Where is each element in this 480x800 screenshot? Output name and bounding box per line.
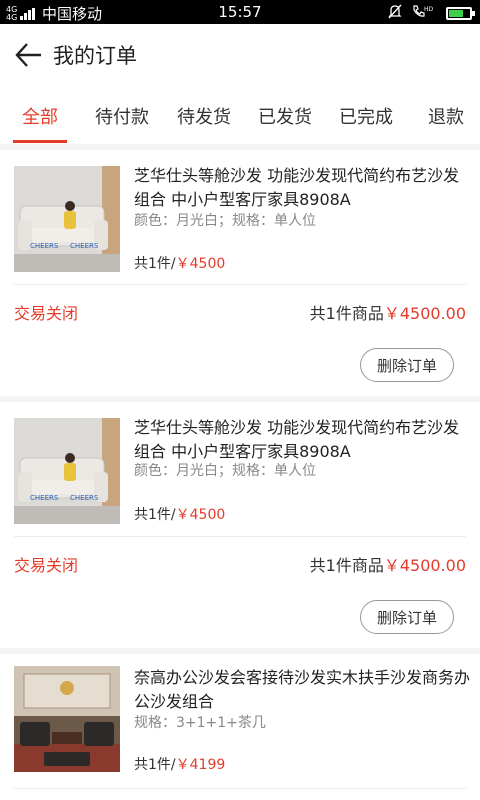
product-title[interactable]: 芝华仕头等舱沙发 功能沙发现代简约布艺沙发组合 中小户型客厅家具8908A (134, 164, 470, 212)
back-arrow-icon[interactable] (14, 41, 44, 69)
tab-completed[interactable]: 已完成 (334, 103, 398, 129)
status-bar: 4G 4G 中国移动 15:57 HD (0, 0, 480, 24)
product-spec: 颜色：月光白；规格：单人位 (134, 213, 316, 229)
divider (14, 536, 466, 537)
product-spec: 颜色：月光白；规格：单人位 (134, 463, 316, 479)
order-total: 共1件商品￥4500.00 (310, 300, 466, 324)
svg-text:HD: HD (424, 6, 434, 13)
order-card: 奈高办公沙发会客接待沙发实木扶手沙发商务办公沙发组合 规格：3+1+1+茶几 共… (0, 654, 480, 800)
product-title[interactable]: 奈高办公沙发会客接待沙发实木扶手沙发商务办公沙发组合 (134, 666, 470, 714)
svg-text:CHEERS: CHEERS (70, 242, 99, 250)
tab-pending-shipment[interactable]: 待发货 (172, 103, 236, 129)
quantity-label: 共1件/ (134, 507, 176, 523)
svg-text:CHEERS: CHEERS (30, 494, 59, 502)
svg-text:CHEERS: CHEERS (70, 494, 99, 502)
product-spec: 规格：3+1+1+茶几 (134, 715, 266, 731)
total-amount: ￥4500.00 (383, 556, 466, 575)
tab-shipped[interactable]: 已发货 (253, 103, 317, 129)
battery-icon (446, 7, 475, 20)
order-card: CHEERS CHEERS 芝华仕头等舱沙发 功能沙发现代简约布艺沙发组合 中小… (0, 402, 480, 648)
bell-muted-icon (388, 4, 402, 23)
product-image[interactable] (14, 666, 120, 772)
tab-pending-payment[interactable]: 待付款 (90, 103, 154, 129)
page-title: 我的订单 (53, 44, 137, 68)
order-status: 交易关闭 (14, 556, 79, 575)
total-amount: ￥4500.00 (383, 304, 466, 323)
active-tab-indicator (13, 140, 67, 143)
total-items-label: 共1件商品 (309, 304, 384, 323)
delete-order-button[interactable]: 删除订单 (360, 348, 454, 382)
unit-price: ￥4199 (175, 757, 226, 773)
product-quantity-price: 共1件/￥4500 (134, 504, 225, 524)
product-image[interactable]: CHEERS CHEERS (14, 418, 120, 524)
product-quantity-price: 共1件/￥4500 (134, 253, 225, 273)
divider (14, 284, 466, 285)
order-status: 交易关闭 (14, 304, 79, 323)
order-tabs: 全部 待付款 待发货 已发货 已完成 退款 (0, 86, 480, 144)
tab-all[interactable]: 全部 (13, 103, 67, 129)
total-items-label: 共1件商品 (309, 556, 384, 575)
app-header: 我的订单 (0, 24, 480, 86)
delete-order-button[interactable]: 删除订单 (360, 600, 454, 634)
quantity-label: 共1件/ (134, 757, 176, 773)
unit-price: ￥4500 (175, 256, 226, 272)
order-card: CHEERS CHEERS 芝华仕头等舱沙发 功能沙发现代简约布艺沙发组合 中小… (0, 150, 480, 396)
quantity-label: 共1件/ (134, 256, 176, 272)
unit-price: ￥4500 (175, 507, 226, 523)
hd-call-icon: HD (412, 4, 434, 23)
product-quantity-price: 共1件/￥4199 (134, 754, 225, 774)
tab-refund[interactable]: 退款 (423, 103, 469, 129)
divider (14, 788, 466, 789)
svg-text:CHEERS: CHEERS (30, 242, 59, 250)
product-title[interactable]: 芝华仕头等舱沙发 功能沙发现代简约布艺沙发组合 中小户型客厅家具8908A (134, 416, 470, 464)
order-total: 共1件商品￥4500.00 (310, 552, 466, 576)
product-image[interactable]: CHEERS CHEERS (14, 166, 120, 272)
